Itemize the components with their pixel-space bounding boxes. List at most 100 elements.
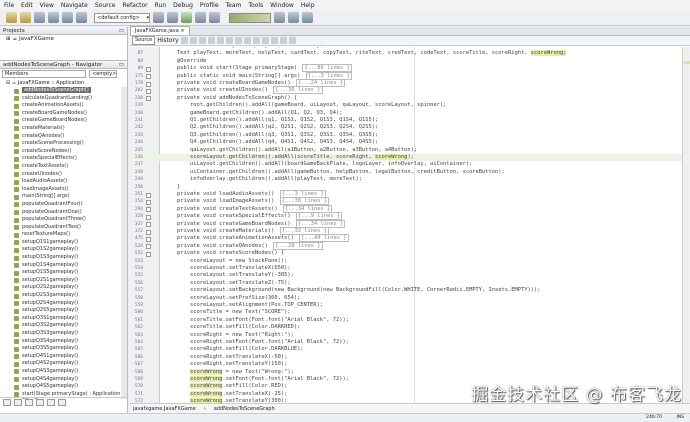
comment-icon[interactable] — [279, 37, 287, 44]
menu-window[interactable]: Window — [270, 2, 294, 9]
navigator-item[interactable]: setupQ4S1gameplay() — [0, 353, 121, 361]
debug-icon[interactable] — [195, 12, 206, 23]
code-line[interactable]: 553 scoreLayout = new StackPane(); — [130, 258, 682, 265]
forward-icon[interactable] — [189, 37, 197, 44]
folded-block[interactable]: {...86 lines } — [302, 64, 352, 73]
fold-toggle-icon[interactable] — [146, 66, 151, 72]
code-line[interactable]: 562 scoreTitle.setFill(Color.DARKRED); — [130, 324, 682, 331]
code-line[interactable]: 552 private void createScoreNodes() { — [130, 250, 682, 257]
gc-icon[interactable] — [274, 12, 285, 23]
navigator-item[interactable]: setupQ2S1gameplay() — [0, 277, 121, 285]
navigator-item[interactable]: setupQ2S5gameplay() — [0, 307, 121, 315]
members-select[interactable]: Members — [2, 70, 86, 78]
new-file-icon[interactable] — [6, 12, 17, 23]
navigator-item[interactable]: setupQ1S2gameplay() — [0, 246, 121, 254]
fold-toggle-icon[interactable] — [146, 96, 151, 102]
find-next-icon[interactable] — [216, 37, 224, 44]
code-line[interactable]: 555 scoreLayout.setTranslateY(-385); — [130, 272, 682, 279]
code-line[interactable]: 524 private void createQAnodes() {...28 … — [130, 241, 682, 250]
navigator-item[interactable]: loadAudioAssets() — [0, 178, 121, 186]
code-line[interactable]: 202 private void createUInodes() {...36 … — [130, 86, 682, 95]
redo-icon[interactable] — [76, 12, 87, 23]
menu-team[interactable]: Team — [226, 2, 242, 9]
navigator-item[interactable]: setupQ1S3gameplay() — [0, 254, 121, 262]
navigator-item[interactable]: setupQ3S5gameplay() — [0, 345, 121, 353]
navigator-item[interactable]: setupQ2S4gameplay() — [0, 300, 121, 308]
code-line[interactable]: 242 Q2.getChildren().addAll(q2, Q2S1, Q2… — [130, 124, 682, 131]
code-line[interactable]: 238 private void addNodesToSceneGraph() … — [130, 95, 682, 102]
config-select[interactable]: <default config> ▾ — [94, 12, 150, 23]
code-line[interactable]: 566 scoreRight.setTranslateX(-50); — [130, 354, 682, 361]
code-line[interactable]: 560 scoreTitle = new Text("SCORE"); — [130, 309, 682, 316]
navigator-item[interactable]: createScoreNodes() — [0, 148, 121, 156]
menu-refactor[interactable]: Refactor — [122, 2, 147, 9]
folded-block[interactable]: {...36 lines } — [273, 86, 323, 95]
code-line[interactable]: 175 public static void main(String[] arg… — [130, 71, 682, 80]
navigator-item[interactable]: setupQ4S3gameplay() — [0, 368, 121, 376]
uncomment-icon[interactable] — [288, 37, 296, 44]
code-line[interactable]: 561 scoreTitle.setFont(Font.font("Arial … — [130, 317, 682, 324]
source-button[interactable]: Source — [132, 36, 156, 45]
menu-help[interactable]: Help — [301, 2, 315, 9]
undo-icon[interactable] — [62, 12, 73, 23]
code-line[interactable]: 567 scoreRight.setTranslateY(150); — [130, 361, 682, 368]
stop-macro-icon[interactable] — [270, 37, 278, 44]
code-line[interactable]: 554 scoreLayout.setTranslateX(650); — [130, 265, 682, 272]
code-line[interactable]: 563 scoreRight = new Text("Right:"); — [130, 332, 682, 339]
navigator-item[interactable]: createTextAssets() — [0, 163, 121, 171]
navigator-item[interactable]: setupQ4S2gameplay() — [0, 360, 121, 368]
fold-toggle-icon[interactable] — [146, 222, 151, 228]
pause-icon[interactable] — [288, 12, 299, 23]
navigator-item[interactable]: setupQ3S3gameplay() — [0, 330, 121, 338]
navigator-item[interactable]: setupQ1S5gameplay() — [0, 269, 121, 277]
find-prev-icon[interactable] — [207, 37, 215, 44]
fold-toggle-icon[interactable] — [146, 214, 151, 220]
navigator-item[interactable]: createQAnodes() — [0, 133, 121, 141]
code-line[interactable]: 337 private void createGameBoardNodes() … — [130, 219, 682, 228]
menu-view[interactable]: View — [40, 2, 54, 9]
shift-right-icon[interactable] — [252, 37, 260, 44]
navigator-item[interactable]: createAnimationAssets() — [0, 102, 121, 110]
tab-javafxgame[interactable]: JavaFXGame.java × — [130, 26, 190, 35]
code-line[interactable]: 87 Text playText, moreText, helpText, ca… — [130, 50, 682, 57]
menu-source[interactable]: Source — [95, 2, 116, 9]
new-project-icon[interactable] — [20, 12, 31, 23]
code-line[interactable]: 568 scoreWrong = new Text("Wrong:"); — [130, 368, 682, 376]
navigator-item[interactable]: createUInodes() — [0, 171, 121, 179]
navigator-item[interactable]: setupQ1S4gameplay() — [0, 262, 121, 270]
navigator-item[interactable]: main(String[] args) — [0, 193, 121, 201]
navigator-item[interactable]: setupQ2S2gameplay() — [0, 284, 121, 292]
build-icon[interactable] — [153, 12, 164, 23]
navigator-item[interactable]: createGameBoardNodes() — [0, 117, 121, 125]
sort-icon[interactable] — [58, 399, 66, 406]
folded-block[interactable]: {...28 lines } — [273, 241, 323, 250]
fold-toggle-icon[interactable] — [146, 192, 151, 198]
minimize-icon[interactable]: ▭ — [119, 27, 124, 34]
fold-toggle-icon[interactable] — [146, 74, 151, 80]
nonpublic-icon[interactable] — [36, 399, 44, 406]
bookmark-icon[interactable] — [234, 37, 242, 44]
menu-file[interactable]: File — [4, 2, 14, 9]
navigator-item[interactable]: createSpecialEffects() — [0, 155, 121, 163]
code-line[interactable]: 557 scoreLayout.setBackground(new Backgr… — [130, 287, 682, 294]
code-line[interactable]: 243 Q3.getChildren().addAll(q3, Q3S1, Q3… — [130, 132, 682, 139]
menu-navigate[interactable]: Navigate — [61, 2, 88, 9]
folded-block[interactable]: {...9 lines } — [295, 212, 343, 221]
fields-icon[interactable] — [14, 399, 22, 406]
code-line[interactable]: 564 scoreRight.setFont(Font.font("Arial … — [130, 339, 682, 346]
navigator-item[interactable]: resetTextureMaps() — [0, 231, 121, 239]
code-line[interactable]: 558 scoreLayout.setPrefSize(360, 654); — [130, 295, 682, 302]
navigator-item[interactable]: populateQuadrantTwo() — [0, 224, 121, 232]
code-line[interactable]: 565 scoreRight.setFill(Color.DARKBLUE); — [130, 346, 682, 353]
snapshot-icon[interactable] — [302, 12, 313, 23]
navigator-item[interactable]: populateQuadrantOne() — [0, 209, 121, 217]
navigator-root[interactable]: ⊟ ☕ JavaFXGame :: Application — [0, 79, 127, 87]
navigator-item[interactable]: setupQ2S3gameplay() — [0, 292, 121, 300]
scope-select[interactable]: <empty> — [89, 70, 117, 78]
shift-left-icon[interactable] — [243, 37, 251, 44]
close-icon[interactable]: × — [180, 28, 184, 34]
code-area[interactable]: 86 StackPane scoreLayout, qaLayout, info… — [130, 47, 682, 403]
save-all-icon[interactable] — [48, 12, 59, 23]
minimize-icon[interactable]: ▭ — [119, 61, 124, 68]
code-line[interactable]: 247 uiLayout.getChildren().addAll(boardG… — [130, 161, 682, 168]
